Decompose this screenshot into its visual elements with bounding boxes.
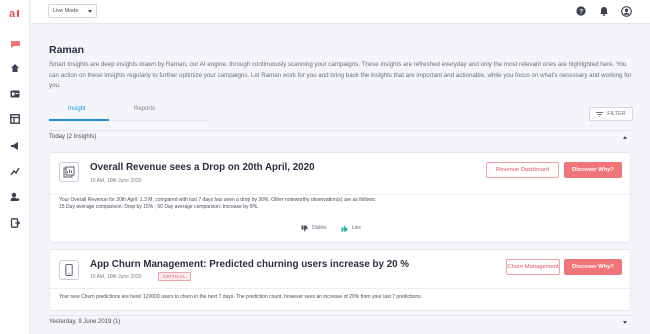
section-header-label: Today (2 Insights) [49,134,97,140]
page-title: Raman [49,44,85,56]
critical-badge: CRITICAL [158,272,191,281]
insights-chat-icon[interactable] [8,37,22,51]
insight-title: App Churn Management: Predicted churning… [90,259,410,270]
chevron-up-icon[interactable] [623,136,627,139]
insight-body-line: Your Overall Revenue for 20th April: 1.3… [59,197,376,203]
svg-text:?: ? [579,9,583,16]
insight-body: Your Overall Revenue for 20th April: 1.3… [59,197,619,211]
card-divider [50,194,630,195]
section-header-today[interactable]: Today (2 Insights) [49,134,631,144]
section-header-yesterday[interactable]: Yesterday, 9 June 2019 (1) [49,319,631,329]
tab-reports[interactable]: Reports [134,106,155,112]
section-divider [49,315,631,316]
page-description: Smart Insights are deep insights drawn b… [49,61,632,89]
notification-bell-icon[interactable] [598,5,610,17]
user-avatar-icon[interactable] [620,5,632,17]
tab-insight[interactable]: Insight [68,106,86,112]
sidebar: a [0,0,30,334]
like-button[interactable]: Like [341,223,361,233]
dislike-button[interactable]: Dislike [301,223,327,233]
filter-icon [596,111,604,117]
analytics-icon[interactable] [8,164,22,178]
section-header-label: Yesterday, 9 June 2019 (1) [49,319,121,325]
discover-why-button[interactable]: Discover Why? [564,162,622,178]
revenue-dashboard-button[interactable]: Revenue Dashboard [486,162,559,178]
main-content: Raman Smart Insights are deep insights d… [31,25,650,334]
churn-management-button[interactable]: Churn Management [506,259,560,275]
like-label: Like [351,225,361,231]
insight-body-line: Your new Churn predictions are here! 120… [59,294,422,300]
chevron-down-icon [88,9,92,13]
chevron-down-icon[interactable] [623,321,627,324]
top-bar: Live Mode ? [31,0,650,24]
mode-selector[interactable]: Live Mode [48,4,97,18]
tab-bar: Insight Reports [49,99,629,121]
export-doc-icon[interactable] [8,216,22,230]
megaphone-icon[interactable] [8,139,22,153]
discover-why-button[interactable]: Discover Why? [564,259,622,275]
insight-body: Your new Churn predictions are here! 120… [59,294,619,301]
mode-selector-label: Live Mode [53,8,79,14]
insight-timestamp: 10 AM, 10th June 2020 [90,274,142,280]
insight-title: Overall Revenue sees a Drop on 20th Apri… [90,162,315,173]
home-icon[interactable] [8,61,22,75]
insight-timestamp: 10 AM, 10th June 2020 [90,178,142,184]
help-icon[interactable]: ? [575,5,587,17]
card-divider [50,288,630,289]
user-settings-icon[interactable] [8,190,22,204]
brand-logo-icon[interactable]: a [8,6,22,20]
filter-label: FILTER [607,111,626,117]
active-tab-indicator [49,119,109,121]
thumbs-up-icon [341,225,348,231]
layout-icon[interactable] [8,112,22,126]
dislike-label: Dislike [312,225,327,231]
thumbs-down-icon [301,225,308,231]
feedback-row: Dislike Like [301,223,361,233]
id-card-icon[interactable] [8,87,22,101]
insight-card: App Churn Management: Predicted churning… [49,249,631,311]
filter-button[interactable]: FILTER [589,107,633,121]
section-divider [49,130,631,131]
insight-body-line: 15 Day average comparison: Drop by 15% ;… [59,204,259,210]
mobile-icon [59,260,79,280]
svg-text:a: a [9,8,16,19]
document-chart-icon [59,162,79,182]
